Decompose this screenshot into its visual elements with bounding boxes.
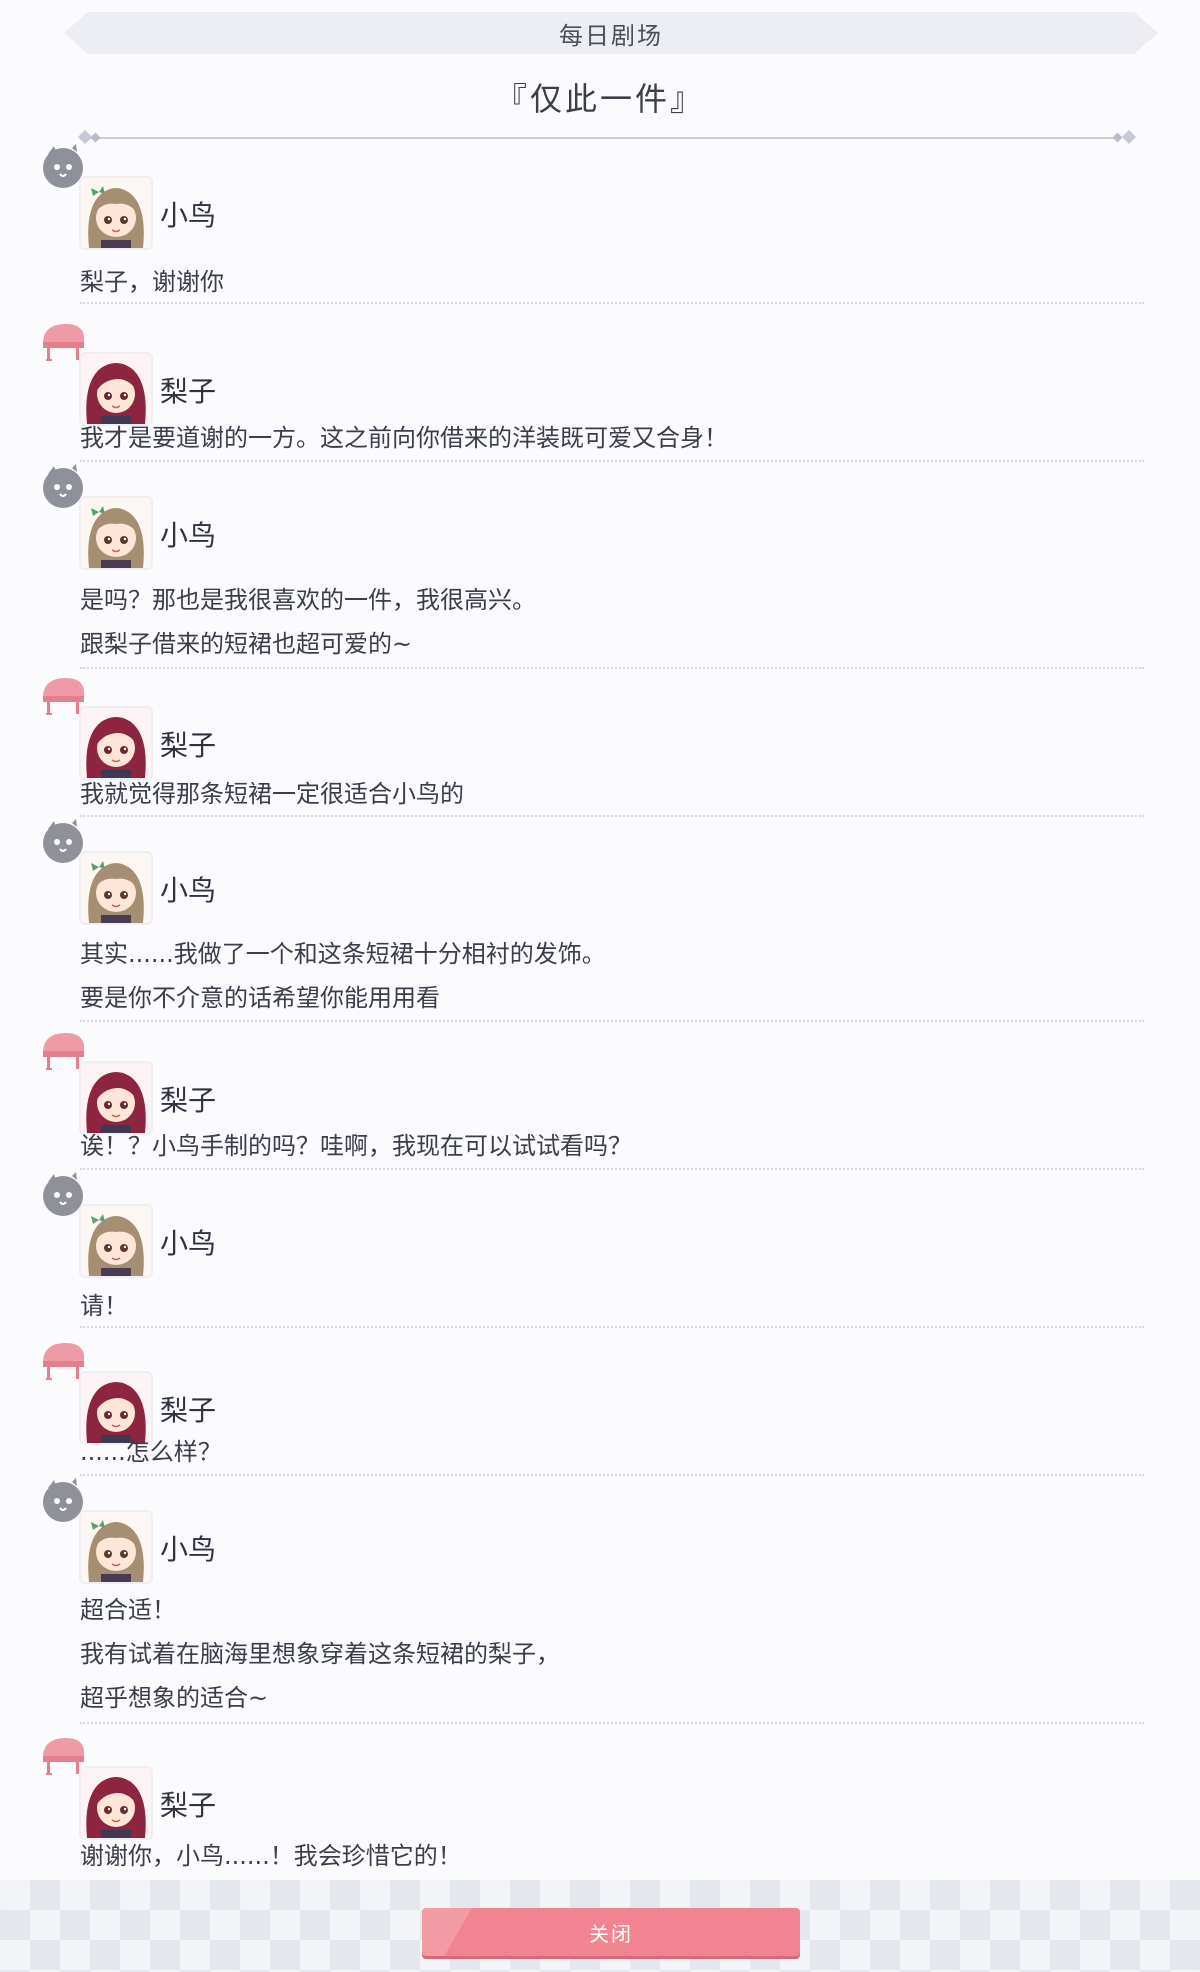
dialogue-line: 我才是要道谢的一方。这之前向你借来的洋装既可爱又合身！ (80, 424, 728, 452)
dialogue-line: 超乎想象的适合~ (80, 1684, 269, 1712)
avatar-kotori (79, 176, 153, 250)
dialogue-line: 诶！？小鸟手制的吗？哇啊，我现在可以试试看吗？ (80, 1132, 632, 1160)
speaker-name: 梨子 (160, 1789, 217, 1822)
story-title: 『仅此一件』 (494, 80, 705, 118)
close-button[interactable]: 关闭 (422, 1908, 800, 1956)
speaker-name: 梨子 (160, 1394, 217, 1427)
header-bar: 每日剧场 (64, 12, 1158, 54)
entry-separator (80, 1326, 1144, 1328)
speaker-name: 小鸟 (160, 1533, 217, 1566)
entry-separator (80, 1474, 1144, 1476)
entry-separator (80, 1020, 1144, 1022)
speaker-name: 梨子 (160, 375, 217, 408)
avatar-kotori (79, 1204, 153, 1278)
avatar-riko (79, 352, 153, 426)
divider-ornament-right-small (1112, 132, 1123, 143)
speaker-name: 小鸟 (160, 519, 217, 552)
dialogue-line: 谢谢你，小鸟......！我会珍惜它的！ (80, 1842, 462, 1870)
dialogue-line: 跟梨子借来的短裙也超可爱的~ (80, 630, 413, 658)
dialogue-line: 其实......我做了一个和这条短裙十分相衬的发饰。 (80, 940, 606, 968)
speaker-name: 小鸟 (160, 1227, 217, 1260)
entry-separator (80, 1722, 1144, 1724)
speaker-name: 梨子 (160, 1084, 217, 1117)
speaker-name: 小鸟 (160, 874, 217, 907)
avatar-kotori (79, 1510, 153, 1584)
speaker-name: 梨子 (160, 729, 217, 762)
entry-separator (80, 815, 1144, 817)
divider-ornament-left-small (90, 132, 101, 143)
dialogue-line: 超合适！ (80, 1596, 176, 1624)
avatar-kotori (79, 851, 153, 925)
dialogue-line: 请！ (80, 1292, 128, 1320)
section-label: 每日剧场 (559, 21, 663, 50)
entry-separator (80, 667, 1144, 669)
divider-ornament-right (1121, 129, 1137, 145)
dialogue-line: 梨子，谢谢你 (80, 268, 224, 296)
speaker-name: 小鸟 (160, 199, 217, 232)
entry-separator (80, 1168, 1144, 1170)
title-divider (84, 137, 1120, 139)
avatar-riko (79, 1766, 153, 1840)
dialogue-line: ......怎么样？ (80, 1438, 222, 1466)
dialogue-line: 是吗？那也是我很喜欢的一件，我很高兴。 (80, 586, 536, 614)
entry-separator (80, 302, 1144, 304)
close-button-label: 关闭 (589, 1921, 633, 1946)
avatar-kotori (79, 496, 153, 570)
avatar-riko (79, 706, 153, 780)
dialogue-line: 我就觉得那条短裙一定很适合小鸟的 (80, 780, 464, 808)
dialogue-line: 我有试着在脑海里想象穿着这条短裙的梨子， (80, 1640, 560, 1668)
avatar-riko (79, 1061, 153, 1135)
dialogue-line: 要是你不介意的话希望你能用用看 (80, 984, 440, 1012)
entry-separator (80, 460, 1144, 462)
